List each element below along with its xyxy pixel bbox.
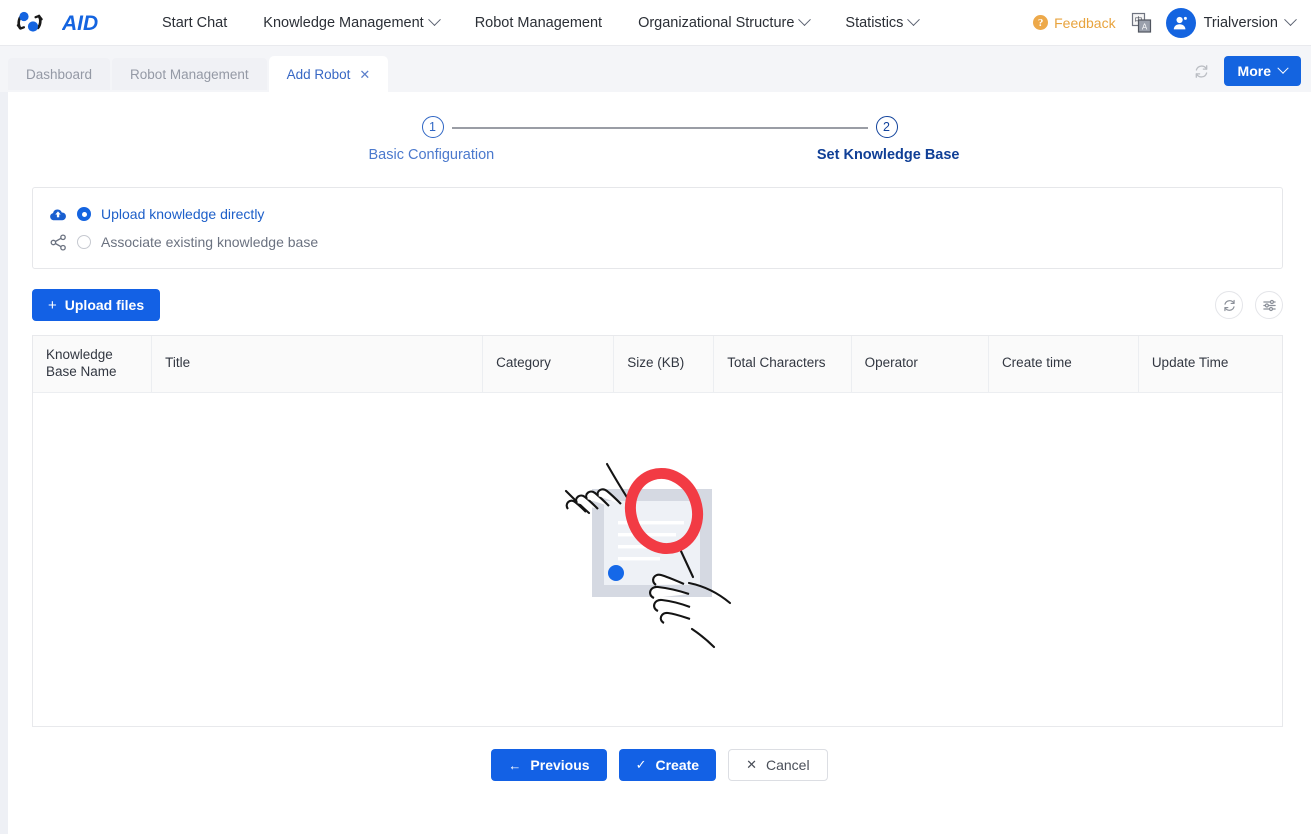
more-button[interactable]: More bbox=[1223, 56, 1301, 86]
tab-robot-management[interactable]: Robot Management bbox=[112, 58, 267, 90]
tab-strip: Dashboard Robot Management Add Robot ✕ bbox=[8, 56, 389, 92]
close-icon: ✕ bbox=[746, 757, 757, 772]
chevron-down-icon bbox=[1284, 13, 1297, 27]
upload-files-button[interactable]: + Upload files bbox=[32, 289, 161, 321]
nav-item-robot-management[interactable]: Robot Management bbox=[457, 0, 620, 46]
table-settings-button[interactable] bbox=[1255, 291, 1283, 319]
tab-bar: Dashboard Robot Management Add Robot ✕ M… bbox=[0, 46, 1311, 92]
upload-files-label: Upload files bbox=[64, 297, 145, 313]
radio-upload-directly[interactable] bbox=[77, 207, 91, 221]
svg-text:A: A bbox=[1141, 22, 1147, 31]
tab-close-icon[interactable]: ✕ bbox=[359, 68, 370, 81]
empty-state bbox=[33, 380, 1282, 726]
wizard-footer-actions: ← Previous ✓ Create ✕ Cancel bbox=[8, 749, 1311, 781]
aid-wordmark: AID bbox=[62, 12, 98, 35]
cloud-upload-icon bbox=[49, 205, 67, 223]
previous-button-label: Previous bbox=[530, 757, 590, 773]
svg-text:AID: AID bbox=[62, 12, 98, 35]
user-menu[interactable]: Trialversion bbox=[1165, 7, 1297, 38]
aid-logo-mark bbox=[16, 11, 43, 32]
refresh-icon[interactable] bbox=[1193, 63, 1210, 80]
table-tool-icons bbox=[1215, 291, 1283, 319]
create-button[interactable]: ✓ Create bbox=[618, 749, 717, 781]
source-option-upload-directly[interactable]: Upload knowledge directly bbox=[49, 200, 1282, 228]
top-nav-right-group: ? Feedback 中 A Trialversion bbox=[1033, 7, 1299, 38]
more-button-label: More bbox=[1237, 63, 1271, 79]
source-option-label: Upload knowledge directly bbox=[101, 206, 265, 222]
wizard-stepper: 1 2 Basic Configuration Set Knowledge Ba… bbox=[8, 92, 1311, 163]
plus-icon: + bbox=[48, 296, 57, 314]
tab-label: Robot Management bbox=[130, 66, 249, 82]
stepper-connector-line bbox=[451, 127, 868, 129]
column-settings-icon bbox=[1262, 299, 1276, 311]
app-logo[interactable]: AID bbox=[14, 8, 110, 38]
chevron-down-icon bbox=[798, 13, 812, 27]
nav-item-label: Organizational Structure bbox=[638, 14, 795, 31]
nav-item-label: Robot Management bbox=[474, 14, 603, 31]
nav-item-organizational-structure[interactable]: Organizational Structure bbox=[620, 0, 827, 46]
user-icon bbox=[1173, 16, 1187, 29]
feedback-label: Feedback bbox=[1054, 14, 1116, 31]
source-option-associate-existing[interactable]: Associate existing knowledge base bbox=[49, 228, 1282, 256]
cancel-button-label: Cancel bbox=[765, 757, 810, 773]
radio-associate-existing[interactable] bbox=[77, 235, 91, 249]
step-2-label: Set Knowledge Base bbox=[816, 147, 960, 163]
cancel-button[interactable]: ✕ Cancel bbox=[728, 749, 828, 781]
step-1-circle[interactable]: 1 bbox=[421, 116, 444, 138]
tab-dashboard[interactable]: Dashboard bbox=[8, 58, 111, 90]
tab-label: Add Robot bbox=[286, 66, 351, 82]
share-nodes-icon bbox=[49, 233, 67, 251]
check-icon: ✓ bbox=[635, 757, 647, 772]
nav-item-start-chat[interactable]: Start Chat bbox=[144, 0, 245, 46]
previous-button[interactable]: ← Previous bbox=[491, 749, 607, 781]
chevron-down-icon bbox=[907, 13, 921, 27]
nav-item-label: Start Chat bbox=[162, 14, 228, 31]
top-navigation-bar: AID Start Chat Knowledge Management Robo… bbox=[0, 0, 1311, 46]
chevron-down-icon bbox=[427, 13, 441, 27]
step-number: 1 bbox=[429, 120, 436, 134]
nav-item-statistics[interactable]: Statistics bbox=[827, 0, 936, 46]
create-button-label: Create bbox=[655, 757, 700, 773]
user-name-label: Trialversion bbox=[1203, 14, 1278, 31]
tab-label: Dashboard bbox=[26, 66, 93, 82]
step-number: 2 bbox=[883, 120, 890, 134]
nav-item-knowledge-management[interactable]: Knowledge Management bbox=[245, 0, 456, 46]
tab-bar-actions: More bbox=[1193, 56, 1311, 92]
avatar bbox=[1165, 7, 1196, 38]
main-nav-items: Start Chat Knowledge Management Robot Ma… bbox=[144, 0, 936, 46]
language-switch-icon[interactable]: 中 A bbox=[1130, 12, 1152, 34]
step-2-circle[interactable]: 2 bbox=[875, 116, 898, 138]
nav-item-label: Statistics bbox=[845, 14, 904, 31]
chevron-down-icon bbox=[1277, 62, 1289, 74]
arrow-left-icon: ← bbox=[508, 757, 522, 773]
page-content: 1 2 Basic Configuration Set Knowledge Ba… bbox=[8, 92, 1311, 834]
document-magnifier-hands-illustration bbox=[564, 462, 731, 649]
question-mark-icon: ? bbox=[1033, 15, 1049, 30]
feedback-button[interactable]: ? Feedback bbox=[1033, 14, 1116, 31]
knowledge-source-card: Upload knowledge directly Associate exis… bbox=[32, 187, 1283, 269]
knowledge-files-table: Knowledge Base Name Title Category Size … bbox=[32, 335, 1283, 727]
table-refresh-button[interactable] bbox=[1215, 291, 1243, 319]
nav-item-label: Knowledge Management bbox=[263, 14, 424, 31]
tab-add-robot[interactable]: Add Robot ✕ bbox=[268, 56, 389, 92]
refresh-icon bbox=[1223, 299, 1235, 311]
upload-toolbar: + Upload files bbox=[32, 289, 1283, 321]
source-option-label: Associate existing knowledge base bbox=[101, 234, 319, 250]
step-1-label: Basic Configuration bbox=[368, 147, 495, 163]
